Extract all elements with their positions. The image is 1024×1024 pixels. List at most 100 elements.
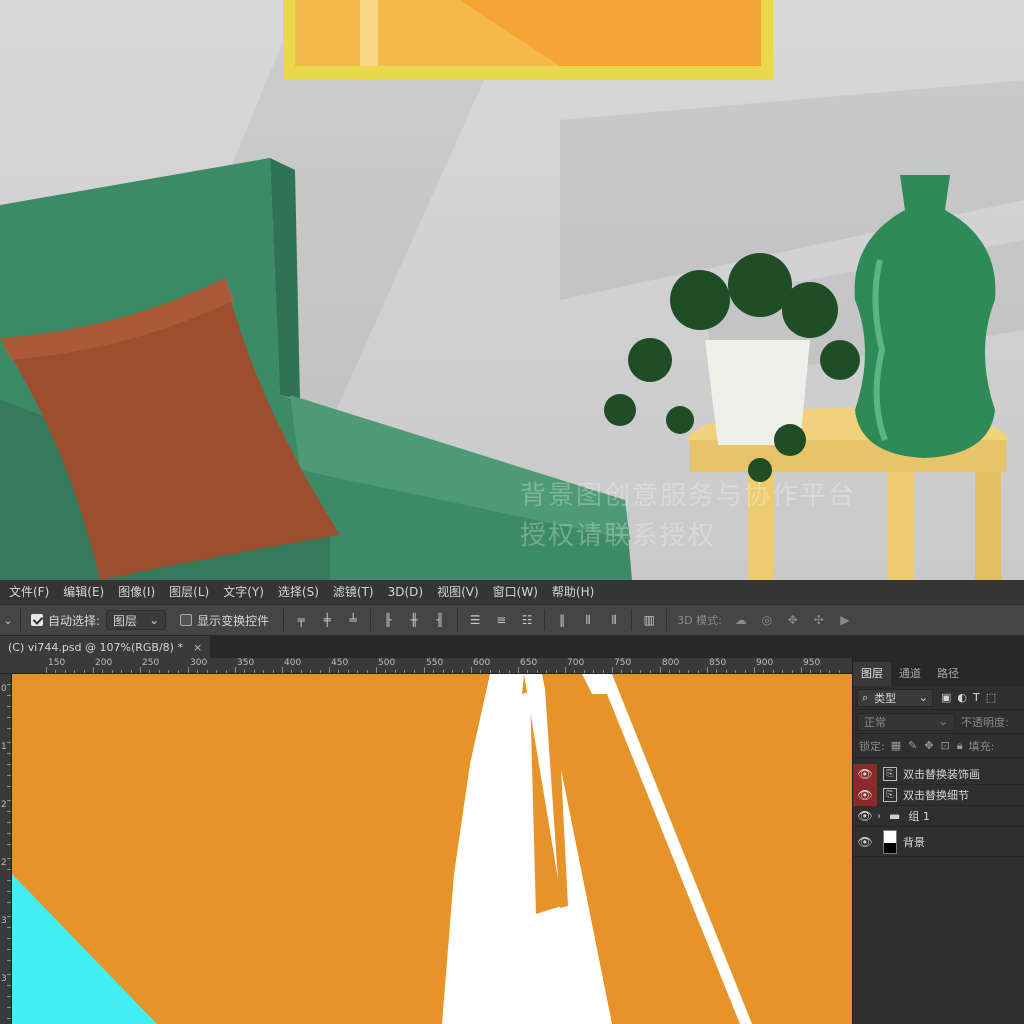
3d-orbit-icon[interactable]: ☁ — [733, 612, 749, 628]
layer-filter-dropdown[interactable]: ⌕ 类型 ⌄ — [857, 688, 933, 707]
ruler-tick — [235, 667, 236, 673]
chevron-down-icon[interactable]: ⌄ — [0, 614, 16, 627]
lock-all-icon[interactable]: 🔒︎ — [957, 739, 963, 753]
chevron-down-icon: ⌄ — [918, 691, 928, 704]
lock-transparency-icon[interactable]: ▦ — [891, 739, 901, 753]
distribute-left-icon[interactable]: ‖ — [554, 612, 570, 628]
blend-mode-dropdown[interactable]: 正常 ⌄ — [857, 712, 955, 731]
distribute-vcenter-icon[interactable]: ≡ — [493, 612, 509, 628]
adjustment-filter-icon[interactable]: ◐ — [957, 691, 967, 704]
watermark-text: 背景图创意服务与协作平台 — [520, 481, 857, 511]
lock-label: 锁定: — [859, 739, 885, 753]
document-canvas[interactable] — [12, 674, 852, 1024]
eye-icon[interactable]: 👁︎ — [853, 827, 877, 857]
align-hcenter-icon[interactable]: ╫ — [406, 612, 422, 628]
3d-camera-icon[interactable]: ▶ — [837, 612, 853, 628]
3d-slide-icon[interactable]: ✣ — [811, 612, 827, 628]
tab-channels[interactable]: 通道 — [891, 662, 929, 686]
shape-filter-icon[interactable]: ⬚ — [986, 691, 996, 704]
layer-name: 双击替换装饰画 — [903, 768, 980, 781]
ruler-label: 0 — [1, 684, 7, 694]
show-transform-label: 显示变换控件 — [197, 613, 270, 628]
menu-edit[interactable]: 编辑(E) — [56, 580, 111, 604]
3d-roll-icon[interactable]: ◎ — [759, 612, 775, 628]
auto-select-target-dropdown[interactable]: 图层 ⌄ — [106, 610, 167, 630]
menu-window[interactable]: 窗口(W) — [486, 580, 545, 604]
document-tab-title: (C) vi744.psd @ 107%(RGB/8) * — [8, 640, 183, 654]
menu-image[interactable]: 图像(I) — [111, 580, 162, 604]
ruler-label: 1 — [1, 742, 7, 752]
ruler-tick — [424, 667, 425, 673]
menu-type[interactable]: 文字(Y) — [216, 580, 271, 604]
opacity-label: 不透明度: — [961, 715, 1009, 729]
menu-filter[interactable]: 滤镜(T) — [326, 580, 381, 604]
divider — [631, 609, 633, 631]
layer-row[interactable]: 👁︎ 背景 — [853, 827, 1024, 857]
horizontal-ruler: 150 200 250 300 350 400 450 500 550 600 650 700 750 8… — [0, 658, 852, 674]
layer-row[interactable]: 👁︎ ⎘ 双击替换细节 — [853, 784, 1024, 806]
tab-layers[interactable]: 图层 — [853, 662, 891, 686]
folder-icon: ▬ — [889, 809, 901, 823]
type-filter-icon[interactable]: T — [973, 691, 980, 704]
ruler-tick — [282, 667, 283, 673]
auto-align-icon[interactable]: ▥ — [641, 612, 657, 628]
document-tab[interactable]: (C) vi744.psd @ 107%(RGB/8) * × — [0, 636, 211, 658]
vertical-ruler: 0 1 2 2 3 3 — [0, 674, 12, 1024]
lock-paint-icon[interactable]: ✎ — [908, 739, 917, 753]
ruler-label: 750 — [614, 658, 632, 668]
menu-file[interactable]: 文件(F) — [2, 580, 56, 604]
close-icon[interactable]: × — [193, 641, 202, 654]
panel-tabs: 图层 通道 路径 — [853, 658, 1024, 686]
align-top-icon[interactable]: ╤ — [293, 612, 309, 628]
ruler-tick — [801, 667, 802, 673]
menu-select[interactable]: 选择(S) — [271, 580, 326, 604]
search-icon: ⌕ — [862, 690, 869, 704]
menu-bar: 文件(F) 编辑(E) 图像(I) 图层(L) 文字(Y) 选择(S) 滤镜(T… — [0, 580, 1024, 604]
divider — [666, 609, 668, 631]
divider — [544, 609, 546, 631]
room-scene-illustration — [0, 0, 1024, 580]
menu-help[interactable]: 帮助(H) — [545, 580, 601, 604]
lock-position-icon[interactable]: ✥ — [924, 739, 933, 753]
distribute-bottom-icon[interactable]: ☷ — [519, 612, 535, 628]
auto-select-checkbox[interactable] — [31, 614, 43, 626]
ruler-label: 2 — [1, 800, 7, 810]
lock-artboard-icon[interactable]: ⊡ — [941, 739, 950, 753]
pixel-filter-icon[interactable]: ▣ — [941, 691, 951, 704]
layer-row[interactable]: 👁︎ › ▬ 组 1 — [853, 806, 1024, 827]
lock-row: 锁定: ▦ ✎ ✥ ⊡ 🔒︎ 填充: — [853, 734, 1024, 758]
eye-icon[interactable]: 👁︎ — [853, 784, 877, 806]
ruler-tick — [707, 667, 708, 673]
ruler-label: 850 — [709, 658, 727, 668]
watermark-text: 授权请联系授权 — [520, 521, 717, 551]
chevron-down-icon: ⌄ — [938, 715, 948, 728]
mockup-preview-image: 背景图创意服务与协作平台 授权请联系授权 — [0, 0, 1024, 580]
distribute-hcenter-icon[interactable]: ⦀ — [580, 612, 596, 628]
filter-icons: ▣ ◐ T ⬚ — [941, 691, 996, 704]
layer-name: 双击替换细节 — [903, 789, 969, 802]
3d-pan-icon[interactable]: ✥ — [785, 612, 801, 628]
eye-icon[interactable]: 👁︎ — [853, 806, 877, 827]
menu-layer[interactable]: 图层(L) — [162, 580, 216, 604]
distribute-right-icon[interactable]: ⫴ — [606, 612, 622, 628]
lock-icons: ▦ ✎ ✥ ⊡ 🔒︎ — [891, 739, 963, 753]
tab-paths[interactable]: 路径 — [929, 662, 967, 686]
menu-3d[interactable]: 3D(D) — [381, 580, 430, 604]
ruler-label: 450 — [331, 658, 349, 668]
ruler-label: 350 — [237, 658, 255, 668]
eye-icon[interactable]: 👁︎ — [853, 763, 877, 785]
ruler-label: 550 — [426, 658, 444, 668]
align-left-icon[interactable]: ╟ — [380, 612, 396, 628]
distribute-top-icon[interactable]: ☰ — [467, 612, 483, 628]
align-bottom-icon[interactable]: ╧ — [345, 612, 361, 628]
align-vcenter-icon[interactable]: ╪ — [319, 612, 335, 628]
align-right-icon[interactable]: ╢ — [432, 612, 448, 628]
ruler-label: 150 — [48, 658, 66, 668]
show-transform-checkbox[interactable] — [180, 614, 193, 626]
chevron-right-icon[interactable]: › — [877, 811, 887, 822]
divider — [283, 609, 285, 631]
menu-view[interactable]: 视图(V) — [430, 580, 486, 604]
layer-row[interactable]: 👁︎ ⎘ 双击替换装饰画 — [853, 763, 1024, 785]
ruler-tick — [471, 667, 472, 673]
ruler-tick — [612, 667, 613, 673]
